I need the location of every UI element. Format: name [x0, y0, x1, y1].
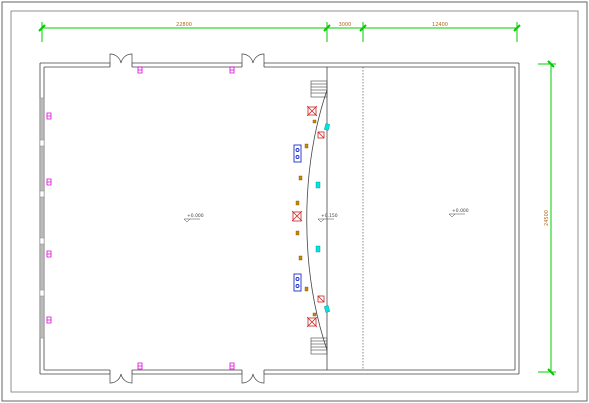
red-chair-group — [317, 131, 325, 139]
orange-item — [298, 255, 303, 261]
left-wall-windows — [39, 97, 45, 339]
blue-table — [293, 144, 302, 163]
red-chair-group — [306, 105, 318, 117]
svg-text:+0.150: +0.150 — [321, 213, 338, 219]
fixture-symbol — [229, 362, 235, 370]
svg-text:+0.000: +0.000 — [187, 213, 204, 219]
fixture-symbol — [46, 112, 52, 120]
level-marker-2: +0.150 — [317, 213, 338, 223]
fixture-symbol — [46, 316, 52, 324]
orange-item — [304, 143, 309, 149]
fixture-symbol — [229, 66, 235, 74]
stage-curve — [306, 89, 328, 351]
magenta-fixture-symbols — [46, 66, 235, 370]
fixture-symbol — [46, 178, 52, 186]
orange-item — [298, 175, 303, 181]
orange-item — [295, 200, 300, 206]
orange-item — [312, 312, 317, 317]
dimension-label-12400: 12400 — [432, 22, 448, 28]
svg-text:+0.000: +0.000 — [452, 208, 469, 214]
stairs-bottom — [310, 337, 328, 355]
floor-plan-drawing: 22800 3000 12400 24500 +0.000 +0.150 +0.… — [1, 1, 588, 402]
cyan-item — [324, 305, 330, 313]
building-walls — [39, 62, 520, 375]
orange-item — [312, 119, 317, 124]
orange-item — [304, 286, 309, 292]
red-chair-group — [317, 295, 325, 303]
blue-table — [293, 273, 302, 292]
cyan-item — [324, 123, 330, 131]
cyan-item — [315, 181, 321, 189]
red-chair-group — [291, 210, 303, 222]
red-chair-group — [306, 316, 318, 328]
red-furniture-groups — [291, 105, 325, 328]
dimension-label-3000: 3000 — [339, 22, 352, 28]
cyan-item — [315, 245, 321, 253]
fixture-symbol — [137, 362, 143, 370]
stairs-top — [310, 80, 328, 98]
dimension-label-24500: 24500 — [544, 210, 550, 226]
dimension-label-22800: 22800 — [176, 22, 192, 28]
fixture-symbol — [46, 250, 52, 258]
level-marker-3: +0.000 — [448, 208, 469, 218]
sheet-frame — [1, 1, 588, 402]
fixture-symbol — [137, 66, 143, 74]
level-marker-1: +0.000 — [183, 213, 204, 223]
orange-item — [295, 230, 300, 236]
